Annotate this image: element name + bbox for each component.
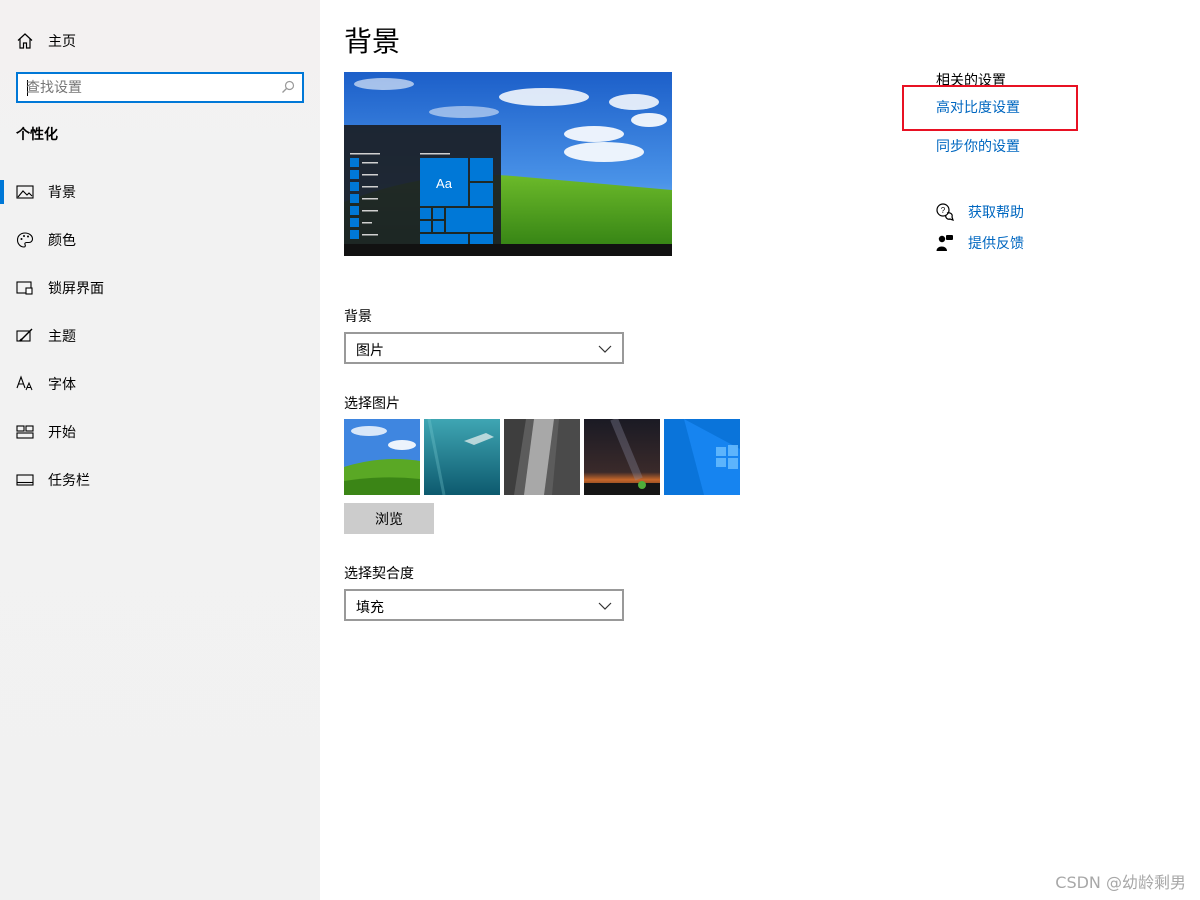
give-feedback-label: 提供反馈 <box>968 236 1024 252</box>
section-title: 个性化 <box>16 127 58 143</box>
give-feedback-link[interactable]: 提供反馈 <box>936 233 1024 253</box>
chevron-down-icon <box>598 345 612 353</box>
thumbnail-night-sky[interactable] <box>584 419 660 495</box>
sidebar-item-taskbar[interactable]: 任务栏 <box>0 456 320 504</box>
home-icon <box>17 33 33 49</box>
preview-wallpaper: Aa <box>344 72 672 256</box>
get-help-label: 获取帮助 <box>968 205 1024 221</box>
svg-text:?: ? <box>941 206 946 215</box>
sidebar-item-fonts[interactable]: 字体 <box>0 360 320 408</box>
thumbnail-bliss[interactable] <box>344 419 420 495</box>
page-title: 背景 <box>344 25 401 58</box>
font-icon <box>16 375 33 391</box>
sidebar-item-label: 颜色 <box>48 233 76 249</box>
chevron-down-icon <box>598 602 612 610</box>
lock-screen-icon <box>16 281 33 295</box>
picture-thumbnails <box>344 419 740 495</box>
fit-dropdown[interactable]: 填充 <box>344 589 624 621</box>
picture-icon <box>16 185 34 199</box>
sidebar-item-start[interactable]: 开始 <box>0 408 320 456</box>
theme-icon <box>16 328 33 342</box>
feedback-icon <box>936 235 953 251</box>
background-dropdown[interactable]: 图片 <box>344 332 624 364</box>
sidebar: 主页 个性化 背景 颜色 锁屏界面 主题 字体 开始 任务栏 <box>0 0 320 900</box>
choose-picture-label: 选择图片 <box>344 396 400 412</box>
sidebar-item-label: 开始 <box>48 425 76 441</box>
home-nav-item[interactable]: 主页 <box>16 29 76 53</box>
palette-icon <box>16 232 34 248</box>
sidebar-item-colors[interactable]: 颜色 <box>0 216 320 264</box>
high-contrast-link[interactable]: 高对比度设置 <box>936 97 1020 117</box>
sidebar-item-label: 主题 <box>48 329 76 345</box>
desktop-preview: Aa <box>344 72 672 256</box>
search-input[interactable] <box>26 78 276 98</box>
background-value: 图片 <box>356 343 384 359</box>
fit-label: 选择契合度 <box>344 566 414 582</box>
fit-value: 填充 <box>356 600 384 616</box>
sidebar-item-label: 字体 <box>48 377 76 393</box>
search-box[interactable] <box>16 72 304 103</box>
preview-tile-text: Aa <box>436 176 453 191</box>
sidebar-item-label: 任务栏 <box>48 473 90 489</box>
get-help-link[interactable]: ? 获取帮助 <box>936 202 1024 222</box>
help-chat-icon: ? <box>936 203 954 221</box>
browse-button[interactable]: 浏览 <box>344 503 434 534</box>
sidebar-item-themes[interactable]: 主题 <box>0 312 320 360</box>
start-icon <box>16 425 34 439</box>
home-label: 主页 <box>48 34 76 50</box>
sidebar-item-label: 锁屏界面 <box>48 281 104 297</box>
background-label: 背景 <box>344 309 372 325</box>
thumbnail-rock[interactable] <box>504 419 580 495</box>
sidebar-item-background[interactable]: 背景 <box>0 168 320 216</box>
sidebar-item-label: 背景 <box>48 185 76 201</box>
sync-settings-link[interactable]: 同步你的设置 <box>936 136 1020 156</box>
watermark: CSDN @幼龄剩男 <box>1055 873 1186 892</box>
taskbar-icon <box>16 474 34 486</box>
search-icon[interactable] <box>281 80 295 94</box>
thumbnail-windows[interactable] <box>664 419 740 495</box>
sidebar-item-lock-screen[interactable]: 锁屏界面 <box>0 264 320 312</box>
thumbnail-underwater[interactable] <box>424 419 500 495</box>
